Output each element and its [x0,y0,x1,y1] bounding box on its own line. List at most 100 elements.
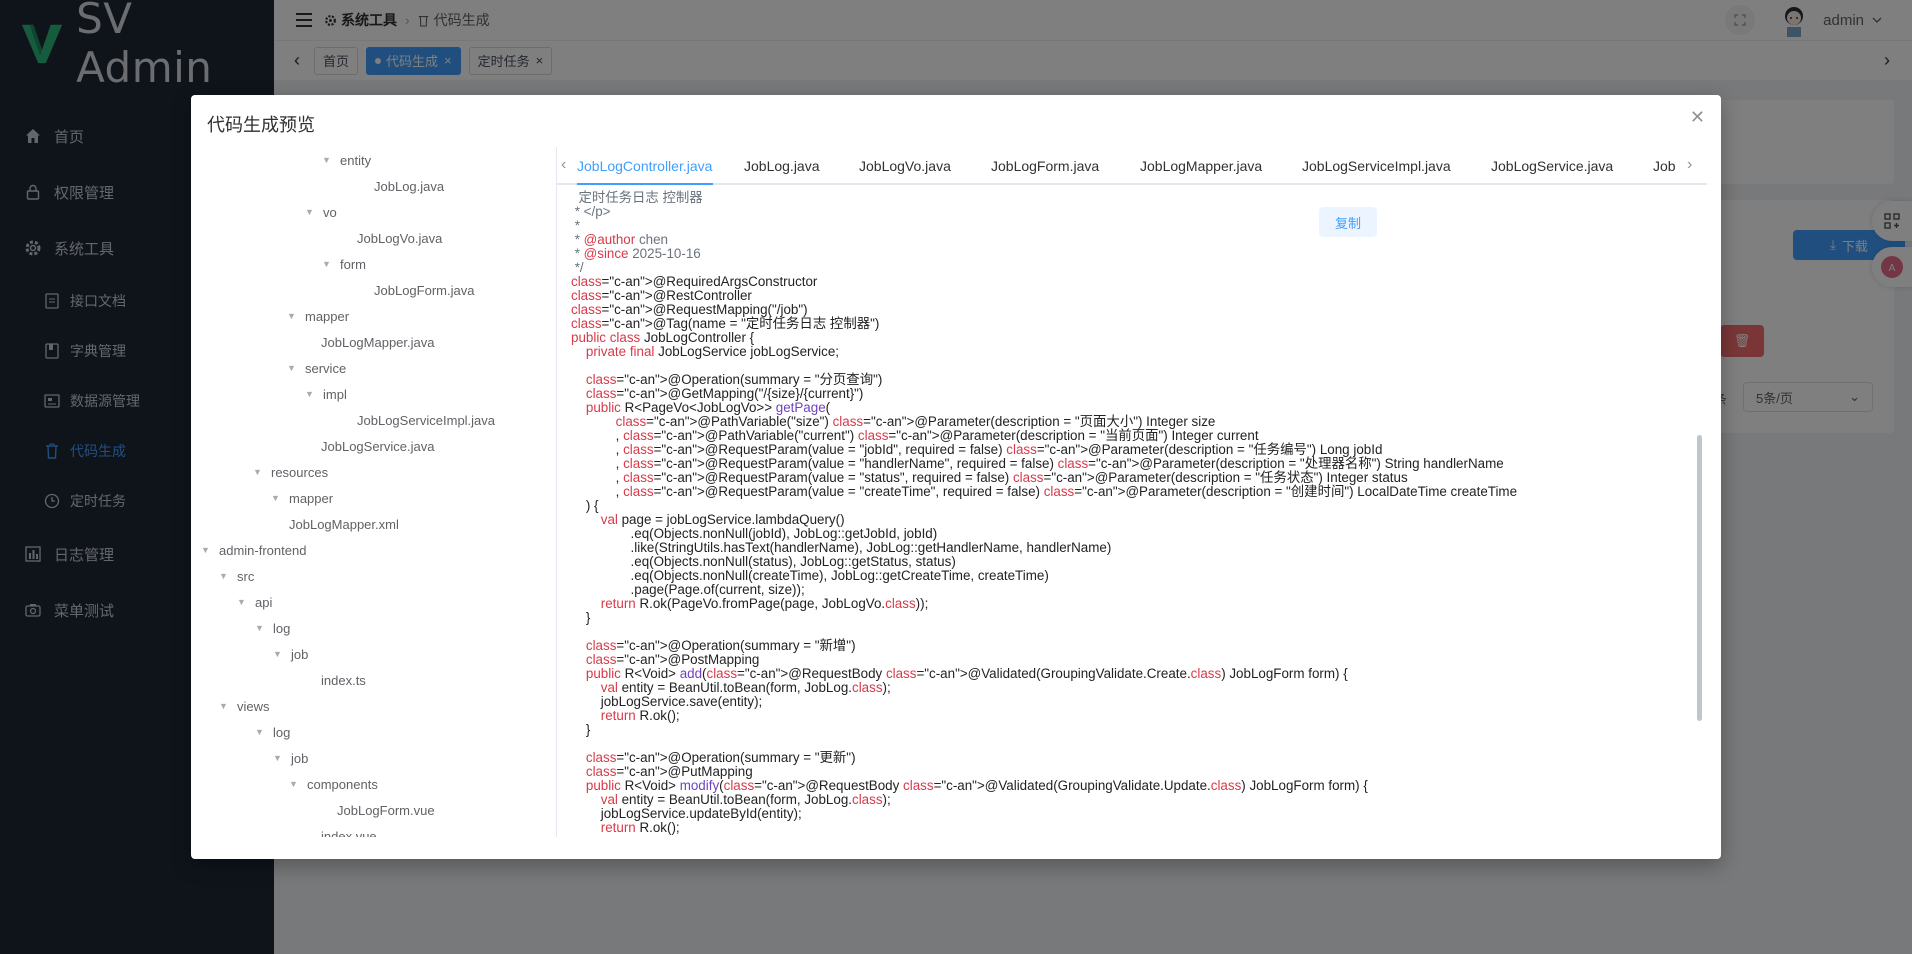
tree-node-label: JobLogForm.vue [337,802,435,818]
code-line: } [571,610,591,625]
caret-down-icon[interactable]: ▼ [322,259,332,269]
tree-folder[interactable]: ▼ job [273,642,308,666]
code-line: jobLogService.save(entity); [571,694,763,709]
tree-folder[interactable]: ▼ api [237,590,272,614]
tree-file[interactable]: JobLog.java [374,174,444,198]
tree-folder[interactable]: ▼ vo [305,200,337,224]
copy-button[interactable]: 复制 [1319,207,1377,237]
code-line: class="c-an">@PostMapping [585,652,760,667]
code-line: public R<Void> modify(class="c-an">@Requ… [585,778,1368,793]
tree-folder[interactable]: ▼ components [289,772,378,796]
tab-file[interactable]: JobLog.java [744,147,820,185]
tab-file[interactable]: JobLogService.java [1491,147,1613,185]
tree-file[interactable]: JobLogForm.java [374,278,474,302]
code-line: return R.ok(); [600,820,680,835]
tab-file[interactable]: JobLogController.java [577,147,712,185]
tabs-prev-icon[interactable]: ‹ [561,147,566,185]
tree-node-label: JobLogService.java [321,438,435,454]
caret-down-icon[interactable]: ▼ [237,597,247,607]
code-line: public R<Void> add(class="c-an">@Request… [585,666,1348,681]
tree-folder[interactable]: ▼ log [255,720,290,744]
tree-node-label: JobLogServiceImpl.java [357,412,496,428]
caret-down-icon[interactable]: ▼ [253,467,263,477]
code-line: */ [571,260,584,275]
tabs-next-icon[interactable]: › [1687,147,1692,185]
code-line: val entity = BeanUtil.toBean(form, JobLo… [600,680,891,695]
tab-file[interactable]: JobLogForm.java [991,147,1099,185]
tree-node-label: mapper [305,308,350,324]
file-tabs: ‹ › JobLogController.java JobLog.java JobL… [557,147,1707,185]
tree-node-label: JobLogForm.java [374,282,475,298]
caret-down-icon[interactable]: ▼ [219,701,229,711]
tree-file[interactable]: index.vue [321,824,377,838]
caret-down-icon[interactable]: ▼ [271,493,281,503]
tree-node-label: components [307,776,378,792]
code-line: , class="c-an">@RequestParam(value = "st… [571,470,1408,485]
code-line: .eq(Objects.nonNull(status), JobLog::get… [571,554,956,569]
caret-down-icon[interactable]: ▼ [287,363,297,373]
tree-folder[interactable]: ▼ log [255,616,290,640]
tree-folder[interactable]: ▼ entity [322,148,371,172]
code-line: ) { [571,498,599,513]
code-line: class="c-an">@Operation(summary = "更新") [585,750,856,765]
code-line: return R.ok(); [600,708,680,723]
code-line: class="c-an">@Operation(summary = "新增") [585,638,856,653]
code-line: return R.ok(PageVo.fromPage(page, JobLog… [600,596,929,611]
tree-node-label: index.vue [321,828,377,838]
tree-node-label: entity [340,152,372,168]
caret-down-icon[interactable]: ▼ [289,779,299,789]
tree-folder[interactable]: ▼ views [219,694,270,718]
tree-node-label: JobLogVo.java [357,230,443,246]
code-line: class="c-an">@RequiredArgsConstructor [571,274,818,289]
tree-node-label: impl [323,386,347,402]
tree-file[interactable]: index.ts [321,668,366,692]
tree-folder[interactable]: ▼ form [322,252,366,276]
tree-file[interactable]: JobLogVo.java [357,226,442,250]
tree-file[interactable]: JobLogMapper.java [321,330,434,354]
tree-node-label: JobLogMapper.xml [289,516,399,532]
tree-file[interactable]: JobLogService.java [321,434,434,458]
code-line: class="c-an">@PathVariable("size") class… [615,414,1216,429]
tree-node-label: index.ts [321,672,366,688]
tree-folder[interactable]: ▼ mapper [287,304,349,328]
close-icon[interactable]: ✕ [1690,107,1705,128]
tree-file[interactable]: JobLogForm.vue [337,798,435,822]
tab-file[interactable]: JobLogVo.java [859,147,951,185]
tree-node-label: JobLogMapper.java [321,334,435,350]
code-line: class="c-an">@RequestMapping("/job") [571,302,808,317]
tree-node-label: admin-frontend [219,542,307,558]
tab-file[interactable]: Job [1653,147,1676,185]
caret-down-icon[interactable]: ▼ [255,727,265,737]
tree-folder[interactable]: ▼ src [219,564,254,588]
tree-node-label: job [291,750,309,766]
tree-node-label: form [340,256,366,272]
caret-down-icon[interactable]: ▼ [305,389,315,399]
caret-down-icon[interactable]: ▼ [273,753,283,763]
tab-file[interactable]: JobLogMapper.java [1140,147,1262,185]
tree-file[interactable]: JobLogMapper.xml [289,512,399,536]
code-line: , class="c-an">@RequestParam(value = "ha… [571,456,1504,471]
tree-node-label: log [273,724,291,740]
caret-down-icon[interactable]: ▼ [219,571,229,581]
caret-down-icon[interactable]: ▼ [322,155,332,165]
tree-folder[interactable]: ▼ impl [305,382,347,406]
tree-file[interactable]: JobLogServiceImpl.java [357,408,495,432]
caret-down-icon[interactable]: ▼ [255,623,265,633]
code-line: .like(StringUtils.hasText(handlerName), … [571,540,1112,555]
caret-down-icon[interactable]: ▼ [305,207,315,217]
code-scrollbar[interactable] [1697,435,1702,721]
caret-down-icon[interactable]: ▼ [201,545,211,555]
code-line: , class="c-an">@PathVariable("current") … [571,428,1259,443]
tree-node-label: JobLog.java [374,178,445,194]
code-line: private final JobLogService jobLogServic… [585,344,840,359]
tree-folder[interactable]: ▼ resources [253,460,328,484]
caret-down-icon[interactable]: ▼ [287,311,297,321]
tree-folder[interactable]: ▼ admin-frontend [201,538,306,562]
caret-down-icon[interactable]: ▼ [273,649,283,659]
tree-folder[interactable]: ▼ service [287,356,346,380]
tree-folder[interactable]: ▼ job [273,746,308,770]
tree-folder[interactable]: ▼ mapper [271,486,333,510]
tab-file[interactable]: JobLogServiceImpl.java [1302,147,1451,185]
